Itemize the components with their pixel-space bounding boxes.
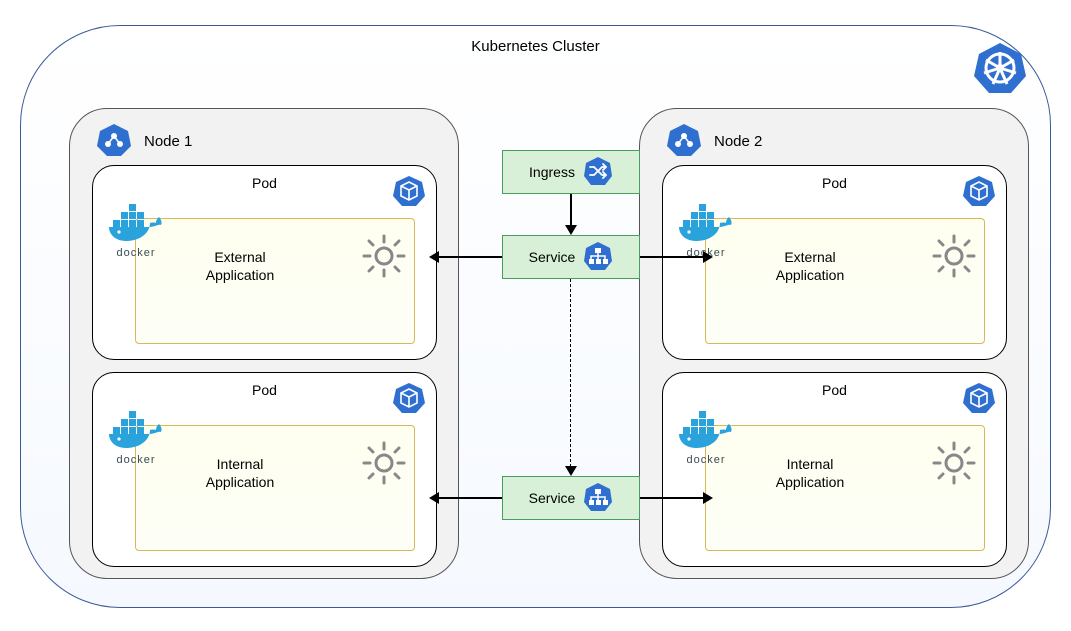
- ingress-box: Ingress: [502, 150, 640, 194]
- docker-label: docker: [105, 454, 167, 466]
- kubernetes-cluster: Kubernetes Cluster: [20, 25, 1051, 608]
- arrow-head-icon: [429, 492, 439, 504]
- docker-logo: docker: [105, 204, 167, 259]
- pod-title: Pod: [663, 382, 1006, 398]
- arrow-ingress-service: [570, 194, 572, 226]
- service-label: Service: [529, 249, 576, 265]
- docker-label: docker: [675, 454, 737, 466]
- cube-icon: [962, 174, 996, 211]
- service-internal-box: Service: [502, 476, 640, 520]
- arrow-service-service-dashed: [570, 279, 571, 467]
- docker-logo: docker: [675, 411, 737, 466]
- cube-icon: [392, 381, 426, 418]
- node-1-label: Node 1: [144, 133, 192, 150]
- internal-app-label: Internal Application: [185, 455, 295, 491]
- ingress-label: Ingress: [529, 164, 575, 180]
- gear-icon: [930, 439, 978, 490]
- arrow-service1-left: [439, 256, 502, 258]
- service-label: Service: [529, 490, 576, 506]
- external-app-label: External Application: [185, 248, 295, 284]
- cube-icon: [392, 174, 426, 211]
- arrow-head-icon: [565, 225, 577, 235]
- docker-whale-icon: [105, 411, 167, 453]
- arrow-head-icon: [429, 251, 439, 263]
- arrow-head-icon: [703, 492, 713, 504]
- cluster-title: Kubernetes Cluster: [21, 38, 1050, 55]
- arrow-head-icon: [565, 466, 577, 476]
- arrow-service2-right: [640, 497, 703, 499]
- arrow-head-icon: [703, 251, 713, 263]
- node-hex-icon: [666, 122, 702, 161]
- docker-whale-icon: [675, 204, 737, 246]
- docker-label: docker: [105, 247, 167, 259]
- pod-title: Pod: [93, 382, 436, 398]
- node-1-pod-external: Pod docker External Applicat: [92, 165, 437, 360]
- cube-icon: [962, 381, 996, 418]
- kubernetes-wheel-icon: [972, 40, 1028, 99]
- internal-app-label: Internal Application: [755, 455, 865, 491]
- pod-title: Pod: [663, 175, 1006, 191]
- node-2-pod-internal: Pod docker Internal Applicat: [662, 372, 1007, 567]
- docker-whale-icon: [675, 411, 737, 453]
- gear-icon: [930, 232, 978, 283]
- pod-title: Pod: [93, 175, 436, 191]
- ingress-shuffle-icon: [583, 156, 613, 189]
- node-hex-icon: [96, 122, 132, 161]
- node-1: Node 1 Pod docker: [69, 108, 459, 579]
- external-app-label: External Application: [755, 248, 865, 284]
- docker-whale-icon: [105, 204, 167, 246]
- gear-icon: [360, 439, 408, 490]
- node-2: Node 2 Pod docker: [639, 108, 1029, 579]
- service-external-box: Service: [502, 235, 640, 279]
- node-2-pod-external: Pod docker External Applicat: [662, 165, 1007, 360]
- gear-icon: [360, 232, 408, 283]
- node-1-pod-internal: Pod docker Internal Applicat: [92, 372, 437, 567]
- service-tree-icon: [583, 482, 613, 515]
- arrow-service1-right: [640, 256, 703, 258]
- docker-logo: docker: [105, 411, 167, 466]
- node-2-label: Node 2: [714, 133, 762, 150]
- service-tree-icon: [583, 241, 613, 274]
- arrow-service2-left: [439, 497, 502, 499]
